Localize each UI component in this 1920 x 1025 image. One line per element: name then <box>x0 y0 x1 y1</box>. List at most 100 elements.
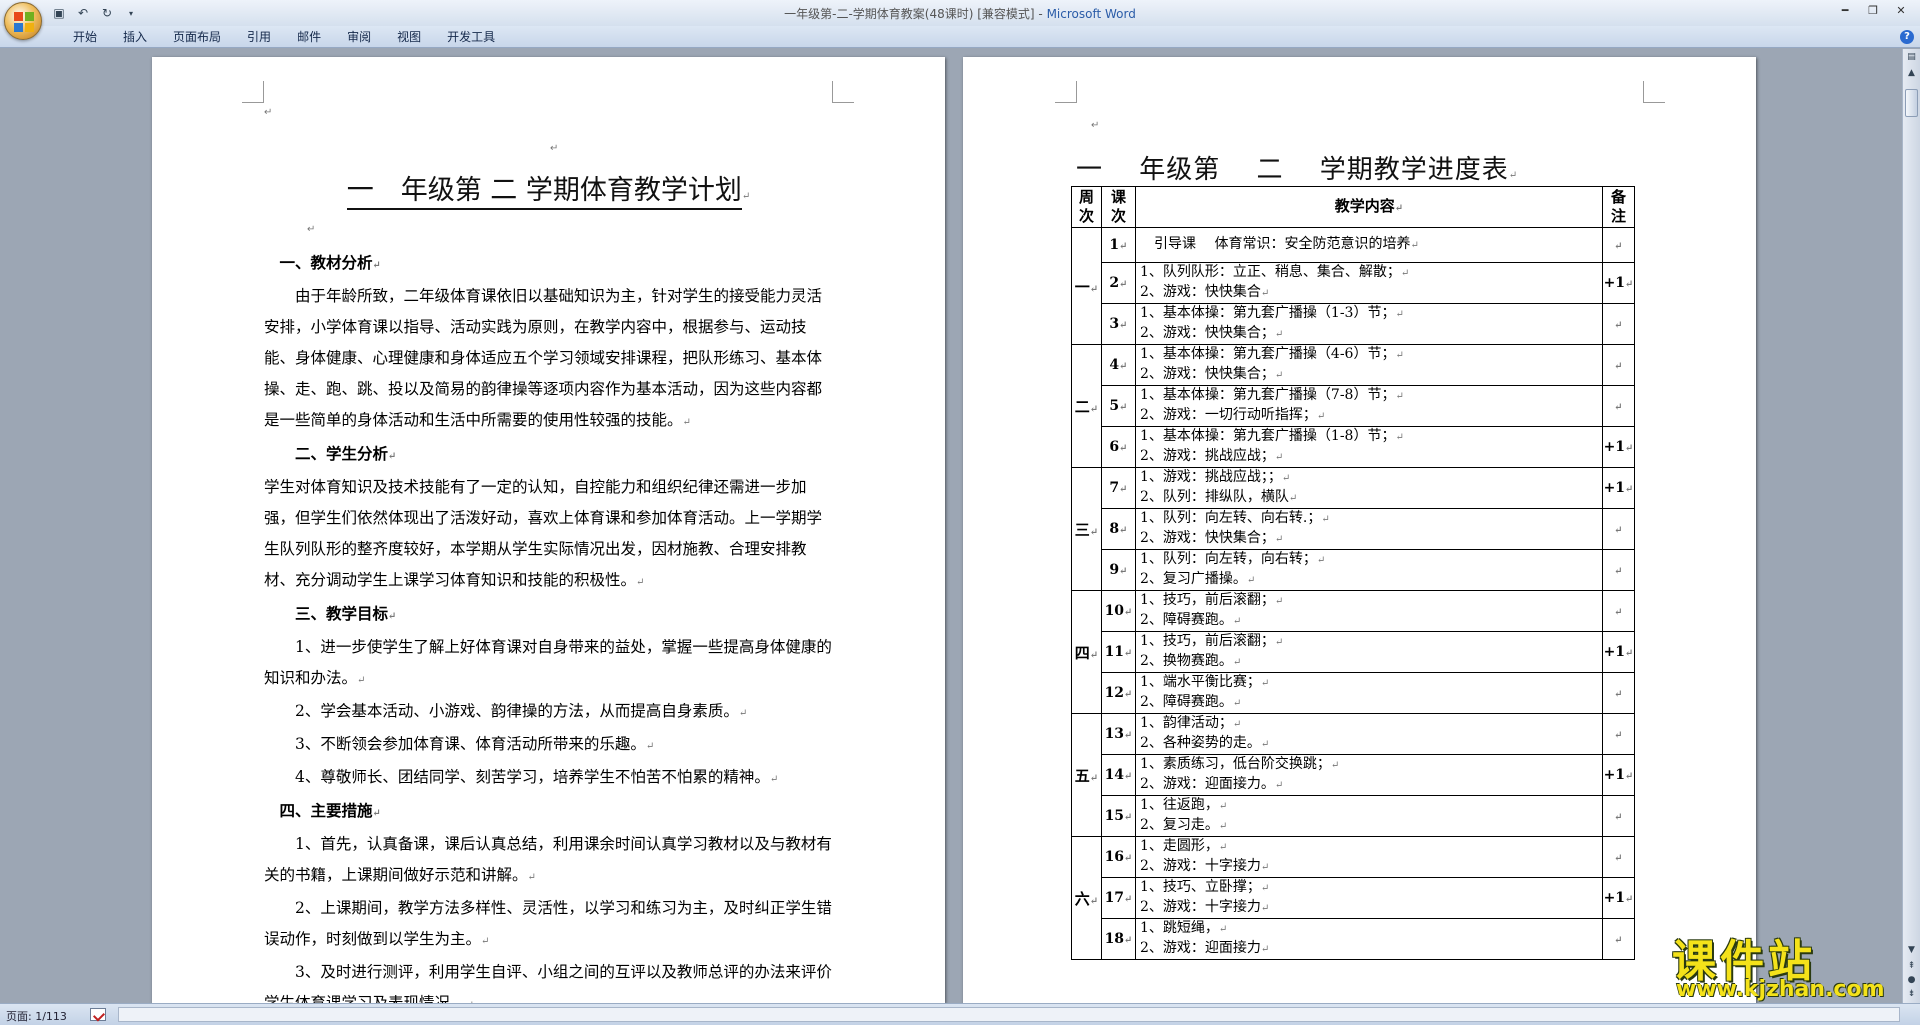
content-line: 2、游戏：快快集合；↵ <box>1140 530 1284 546</box>
section-heading: 四、主要措施↵ <box>264 801 381 820</box>
week-cell: 三↵ <box>1071 467 1102 591</box>
content-cell: 1、队列队形：立正、稍息、集合、解散；↵ 2、游戏：快快集合↵ <box>1135 262 1603 304</box>
note-cell: +1↵ <box>1602 426 1635 468</box>
content-line: 2、复习走。↵ <box>1140 817 1228 833</box>
help-icon[interactable]: ? <box>1900 30 1914 44</box>
horizontal-scrollbar[interactable] <box>118 1007 1900 1022</box>
content-line: 1、基本体操：第九套广播操（1-8）节；↵ <box>1140 428 1404 444</box>
tab-developer[interactable]: 开发工具 <box>434 29 508 45</box>
scroll-up-icon[interactable]: ▲ <box>1905 67 1918 80</box>
table-row: 17↵ 1、技巧、立卧撑；↵ 2、游戏：十字接力↵ +1↵ <box>1072 877 1635 919</box>
close-icon[interactable]: ✕ <box>1888 2 1914 20</box>
lesson-number-cell: 13↵ <box>1101 713 1136 755</box>
watermark-logo: 课件站 www.kjzhan.com <box>1672 925 1902 1003</box>
content-line: 1、队列队形：立正、稍息、集合、解散；↵ <box>1140 264 1410 280</box>
ribbon-tabs-bar: 开始 插入 页面布局 引用 邮件 审阅 视图 开发工具 ? <box>0 26 1920 48</box>
note-cell: ↵ <box>1602 385 1635 427</box>
note-cell: ↵ <box>1602 918 1635 960</box>
crop-mark <box>832 81 854 103</box>
content-cell: 1、技巧，前后滚翻；↵ 2、障碍赛跑。↵ <box>1135 590 1603 632</box>
tab-home[interactable]: 开始 <box>60 29 110 45</box>
lesson-number-cell: 14↵ <box>1101 754 1136 796</box>
tab-references[interactable]: 引用 <box>234 29 284 45</box>
note-cell: ↵ <box>1602 549 1635 591</box>
previous-page-icon[interactable]: ⇞ <box>1905 960 1918 973</box>
content-line: 2、障碍赛跑。↵ <box>1140 612 1242 628</box>
table-row: 3↵ 1、基本体操：第九套广播操（1-3）节；↵ 2、游戏：快快集合；↵ ↵ <box>1072 303 1635 345</box>
tab-mailings[interactable]: 邮件 <box>284 29 334 45</box>
content-cell: 1、基本体操：第九套广播操（7-8）节；↵ 2、游戏：一切行动听指挥；↵ <box>1135 385 1603 427</box>
document-page-1[interactable]: ↵ ↵ 一 年级第 二 学期体育教学计划↵ ↵ 一、教材分析↵ 由于年龄所致，二年… <box>152 57 945 1012</box>
proofing-icon[interactable] <box>90 1008 106 1021</box>
section-heading: 二、学生分析↵ <box>264 444 397 463</box>
minimize-icon[interactable]: ━ <box>1832 2 1858 20</box>
paragraph: 1、首先，认真备课，课后认真总结，利用课余时间认真学习教材以及与教材有关的书籍，… <box>264 835 832 884</box>
note-cell: ↵ <box>1602 672 1635 714</box>
content-line: 2、游戏：一切行动听指挥；↵ <box>1140 407 1326 423</box>
lesson-number-cell: 10↵ <box>1101 590 1136 632</box>
table-row: 15↵ 1、往返跑，↵ 2、复习走。↵ ↵ <box>1072 795 1635 837</box>
window-controls: ━ ❐ ✕ <box>1832 2 1914 20</box>
schedule-table: 周次 课次 教学内容↵ 备注 一↵ 1↵ 引导课 体育常识：安全防范意识的培养↵ ↵… <box>1071 186 1635 960</box>
content-cell: 1、走圆形，↵ 2、游戏：十字接力↵ <box>1135 836 1603 878</box>
window-title: 一年级第-二-学期体育教案(48课时) [兼容模式] - Microsoft W… <box>0 5 1920 22</box>
table-row: 12↵ 1、端水平衡比赛；↵ 2、障碍赛跑。↵ ↵ <box>1072 672 1635 714</box>
restore-icon[interactable]: ❐ <box>1860 2 1886 20</box>
lesson-number-cell: 4↵ <box>1101 344 1136 386</box>
paragraph: 由于年龄所致，二年级体育课依旧以基础知识为主，针对学生的接受能力灵活安排，小学体… <box>264 287 823 429</box>
content-line: 1、基本体操：第九套广播操（1-3）节；↵ <box>1140 305 1404 321</box>
table-row: 18↵ 1、跳短绳，↵ 2、游戏：迎面接力↵ ↵ <box>1072 918 1635 960</box>
office-button[interactable] <box>4 2 42 40</box>
content-line: 2、游戏：迎面接力。↵ <box>1140 776 1284 792</box>
note-cell: ↵ <box>1602 303 1635 345</box>
content-cell: 1、韵律活动；↵ 2、各种姿势的走。↵ <box>1135 713 1603 755</box>
content-cell: 1、基本体操：第九套广播操（1-8）节；↵ 2、游戏：挑战应战；↵ <box>1135 426 1603 468</box>
scrollbar-thumb[interactable] <box>1905 89 1918 117</box>
paragraph: 4、尊敬师长、团结同学、刻苦学习，培养学生不怕苦不怕累的精神。↵ <box>295 768 779 786</box>
office-logo-icon <box>14 12 34 32</box>
content-line: 1、技巧，前后滚翻；↵ <box>1140 633 1284 649</box>
note-cell: +1↵ <box>1602 631 1635 673</box>
note-cell: ↵ <box>1602 344 1635 386</box>
title-bar: ▣ ↶ ↻ ▾ 一年级第-二-学期体育教案(48课时) [兼容模式] - Mic… <box>0 0 1920 26</box>
ruler-toggle-icon[interactable]: ▤ <box>1905 51 1918 64</box>
next-page-icon[interactable]: ⇟ <box>1905 988 1918 1001</box>
content-cell: 1、素质练习，低台阶交换跳；↵ 2、游戏：迎面接力。↵ <box>1135 754 1603 796</box>
document-name: 一年级第-二-学期体育教案(48课时) [兼容模式] - <box>784 7 1047 21</box>
tab-page-layout[interactable]: 页面布局 <box>160 29 234 45</box>
page-count[interactable]: 页面: 1/113 <box>6 1008 67 1024</box>
document-page-2[interactable]: ↵ 一 年级第 二 学期教学进度表↵ 周次 课次 教学内容↵ 备注 一↵ 1↵ 引… <box>963 57 1756 1003</box>
browse-object-icon[interactable]: ● <box>1905 974 1918 987</box>
content-line: 2、游戏：挑战应战；↵ <box>1140 448 1284 464</box>
content-line: 2、游戏：快快集合；↵ <box>1140 366 1284 382</box>
content-cell: 1、基本体操：第九套广播操（1-3）节；↵ 2、游戏：快快集合；↵ <box>1135 303 1603 345</box>
content-line: 2、游戏：十字接力↵ <box>1140 899 1270 915</box>
note-cell: ↵ <box>1602 713 1635 755</box>
note-cell: ↵ <box>1602 795 1635 837</box>
table-row: 一↵ 1↵ 引导课 体育常识：安全防范意识的培养↵ ↵ <box>1071 227 1635 345</box>
vertical-scrollbar[interactable]: ▤ ▲ ▼ ⇞ ● ⇟ <box>1902 49 1920 1003</box>
content-line: 1、技巧、立卧撑；↵ <box>1140 879 1270 895</box>
content-cell: 1、队列：向左转，向右转；↵ 2、复习广播操。↵ <box>1135 549 1603 591</box>
content-line: 1、游戏：挑战应战；；↵ <box>1140 469 1291 485</box>
lesson-number-cell: 8↵ <box>1101 508 1136 550</box>
content-line: 1、队列：向左转、向右转.；↵ <box>1140 510 1330 526</box>
content-line: 1、技巧，前后滚翻；↵ <box>1140 592 1284 608</box>
scroll-down-icon[interactable]: ▼ <box>1905 944 1918 957</box>
lesson-number-cell: 7↵ <box>1101 467 1136 509</box>
ribbon-tabs: 开始 插入 页面布局 引用 邮件 审阅 视图 开发工具 <box>60 29 508 45</box>
section-heading: 三、教学目标↵ <box>264 604 397 623</box>
lesson-number-cell: 11↵ <box>1101 631 1136 673</box>
content-line: 1、韵律活动；↵ <box>1140 715 1242 731</box>
tab-review[interactable]: 审阅 <box>334 29 384 45</box>
paragraph-mark: ↵ <box>550 143 559 154</box>
tab-insert[interactable]: 插入 <box>110 29 160 45</box>
tab-view[interactable]: 视图 <box>384 29 434 45</box>
week-cell: 一↵ <box>1071 227 1102 345</box>
content-line: 1、基本体操：第九套广播操（7-8）节；↵ <box>1140 387 1404 403</box>
content-line: 2、游戏：快快集合；↵ <box>1140 325 1284 341</box>
crop-mark <box>242 81 264 103</box>
note-cell: +1↵ <box>1602 877 1635 919</box>
paragraph-mark: ↵ <box>1091 120 1100 131</box>
week-cell: 六↵ <box>1071 836 1102 960</box>
